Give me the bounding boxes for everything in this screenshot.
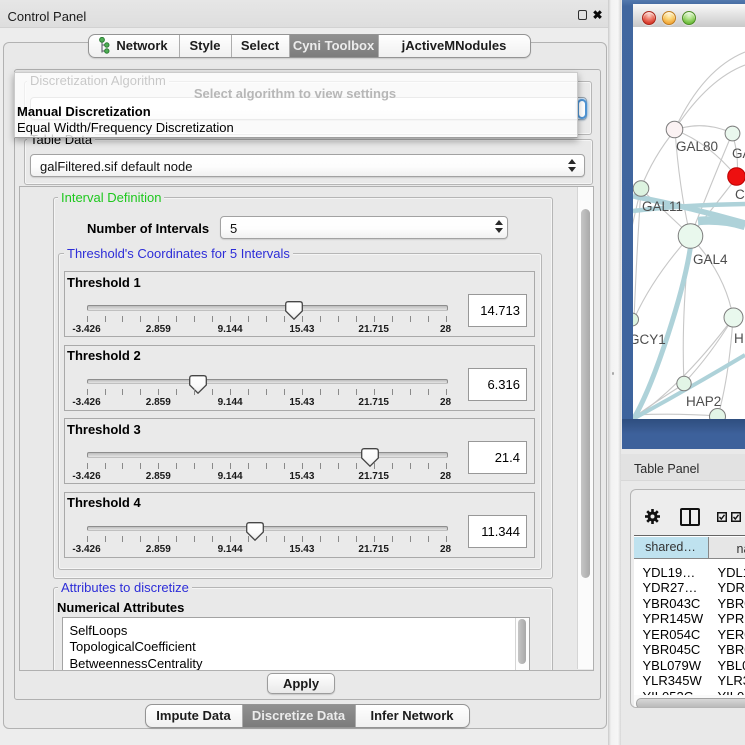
svg-text:GCY1: GCY1 <box>633 332 666 347</box>
svg-text:GAL11: GAL11 <box>642 199 683 214</box>
svg-text:HAP2: HAP2 <box>686 394 721 409</box>
svg-text:GAL4: GAL4 <box>693 252 728 267</box>
svg-text:H: H <box>734 331 744 346</box>
svg-text:GA: GA <box>732 146 745 161</box>
svg-text:C: C <box>735 187 745 202</box>
svg-text:GAL80: GAL80 <box>676 139 718 154</box>
